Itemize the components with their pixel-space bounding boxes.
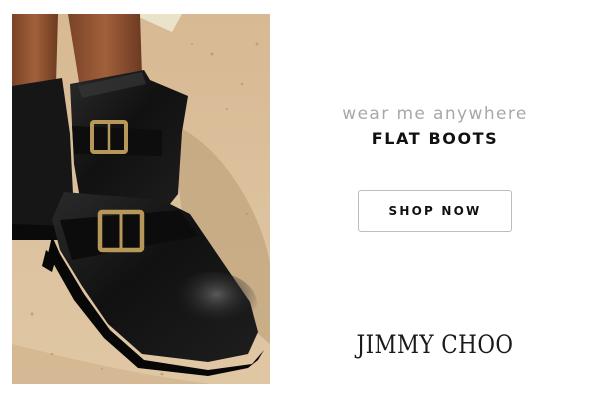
shop-now-button[interactable]: SHOP NOW bbox=[358, 190, 512, 232]
ad-banner[interactable]: wear me anywhere FLAT BOOTS SHOP NOW JIM… bbox=[0, 0, 600, 400]
boot-photo-illustration bbox=[12, 14, 270, 384]
tagline: wear me anywhere bbox=[342, 104, 528, 124]
ad-copy: wear me anywhere FLAT BOOTS SHOP NOW JIM… bbox=[300, 0, 570, 400]
headline: FLAT BOOTS bbox=[371, 129, 499, 148]
brand-logo[interactable]: JIMMY CHOO bbox=[319, 330, 551, 359]
product-photo[interactable] bbox=[12, 14, 270, 384]
